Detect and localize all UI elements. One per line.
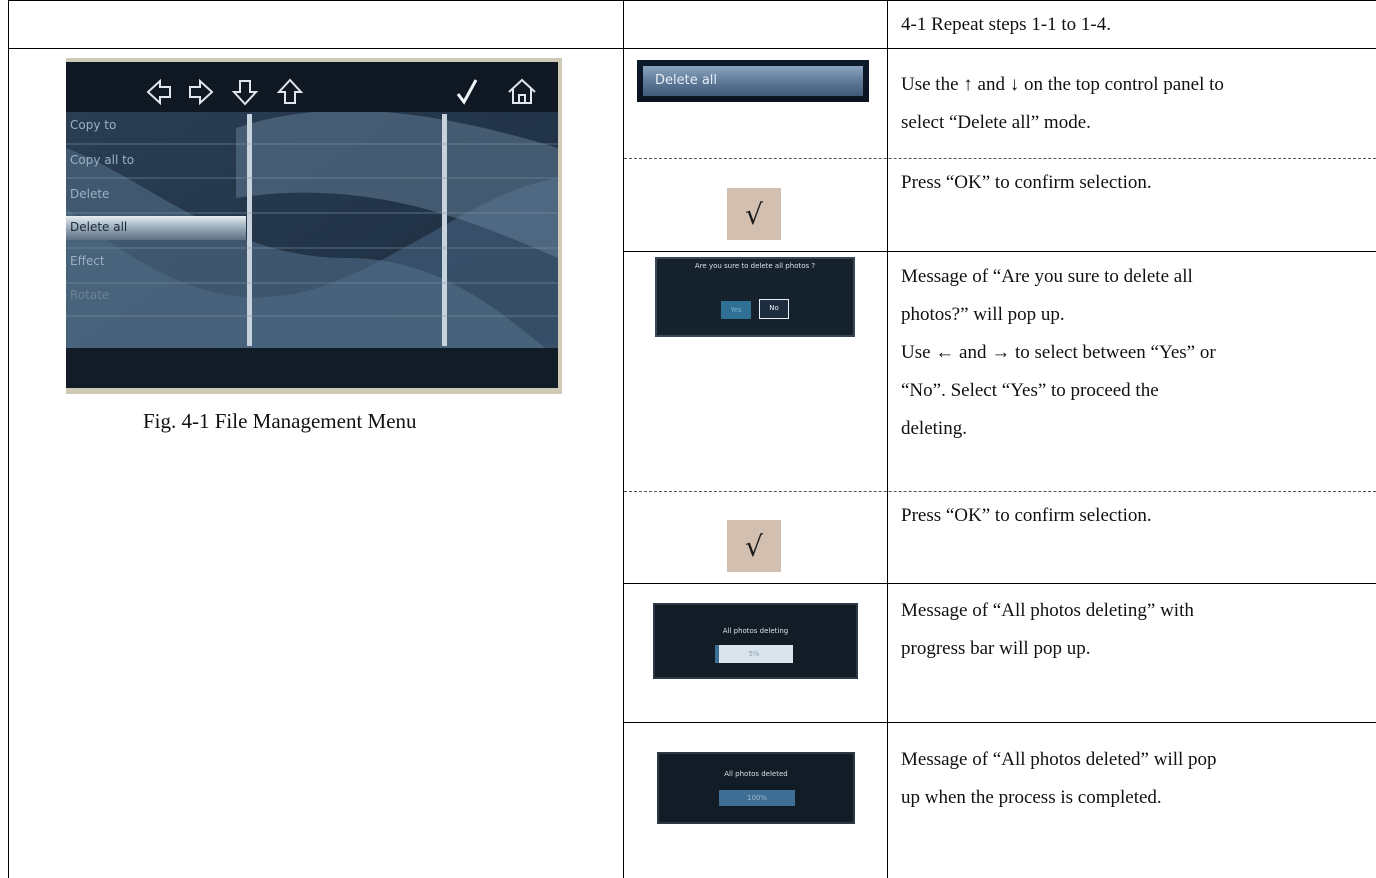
menu-item-copy-to[interactable]: Copy to — [70, 118, 116, 132]
file-management-screen-image — [66, 58, 562, 394]
complete-message: All photos deleted — [724, 770, 788, 778]
table-column-divider-2 — [887, 0, 888, 878]
table-row-divider — [8, 48, 1376, 49]
progress-track: 100% — [719, 790, 795, 806]
dialog-message: Are you sure to delete all photos ? — [694, 262, 816, 270]
menu-item-copy-all-to[interactable]: Copy all to — [70, 153, 134, 167]
step-3-text: Message of “Are you sure to delete all p… — [901, 266, 1216, 439]
no-button[interactable]: No — [759, 299, 789, 319]
file-management-screen: Copy to Copy all to Delete Delete all Ef… — [66, 58, 562, 394]
progress-percent: 100% — [746, 794, 767, 802]
row-divider — [624, 583, 1376, 584]
yes-button[interactable]: Yes — [721, 301, 751, 319]
menu-item-delete[interactable]: Delete — [70, 187, 109, 201]
dashed-divider — [624, 491, 1376, 492]
table-left-border — [8, 0, 9, 878]
row-divider — [624, 251, 1376, 252]
table-column-divider-1 — [623, 0, 624, 878]
progress-message: All photos deleting — [722, 627, 789, 635]
delete-all-button[interactable]: Delete all — [643, 66, 863, 96]
figure-caption: Fig. 4-1 File Management Menu — [143, 409, 417, 433]
step-4-text: Press “OK” to confirm selection. — [901, 505, 1152, 526]
ok-checkmark-icon: √ — [727, 520, 781, 572]
progress-percent: 5% — [748, 650, 760, 658]
deleted-complete-image: All photos deleted 100% — [657, 752, 855, 824]
delete-all-button-image: Delete all — [637, 60, 869, 102]
progress-track: 5% — [715, 645, 793, 663]
step-5-text: Message of “All photos deleting” with pr… — [901, 600, 1194, 659]
menu-item-delete-all[interactable]: Delete all — [70, 220, 127, 234]
confirm-dialog-image: Are you sure to delete all photos ? Yes … — [655, 257, 855, 337]
step-6-text: Message of “All photos deleted” will pop… — [901, 749, 1217, 808]
deleting-progress-image: All photos deleting 5% — [653, 603, 858, 679]
header-step-text: 4-1 Repeat steps 1-1 to 1-4. — [901, 14, 1112, 35]
menu-item-effect[interactable]: Effect — [70, 254, 105, 268]
row-divider — [624, 722, 1376, 723]
menu-item-rotate[interactable]: Rotate — [70, 288, 109, 302]
table-top-border — [8, 0, 1376, 1]
step-1-text: Use the ↑ and ↓ on the top control panel… — [901, 74, 1224, 133]
ok-checkmark-icon: √ — [727, 188, 781, 240]
dashed-divider — [624, 158, 1376, 159]
step-2-text: Press “OK” to confirm selection. — [901, 172, 1152, 193]
